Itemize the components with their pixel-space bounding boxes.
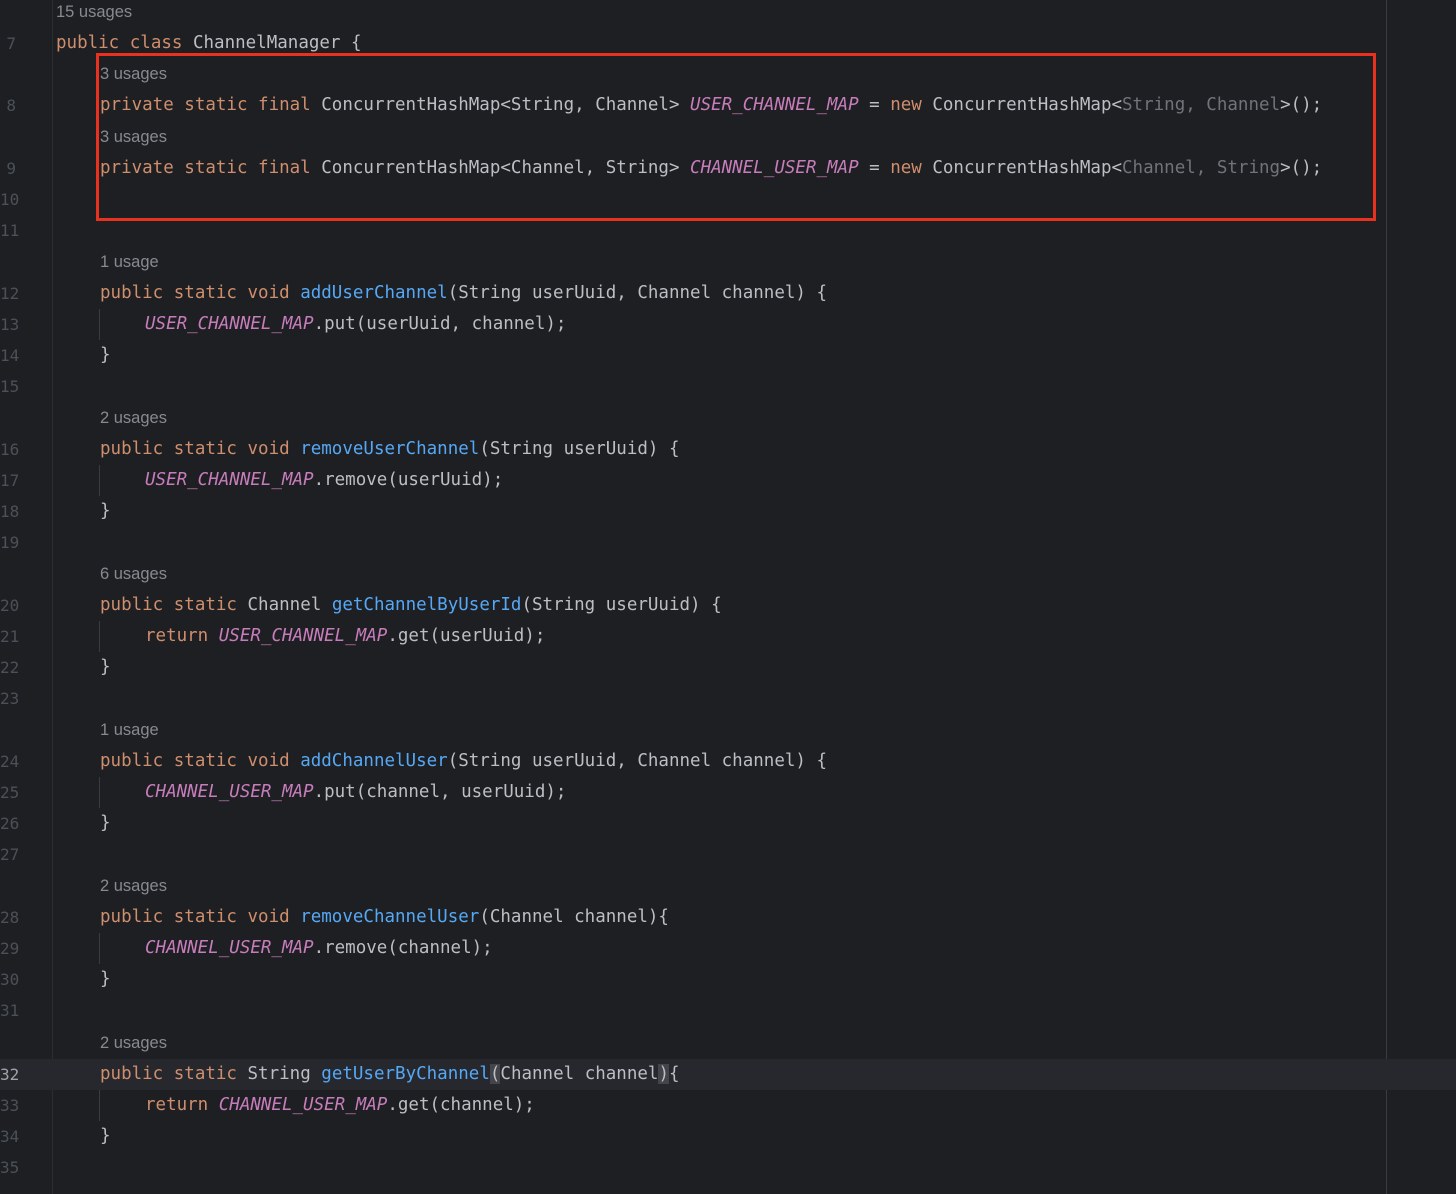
indent-guide [99,309,100,340]
line-number: 22 [0,658,20,677]
method-signature[interactable]: public static void addChannelUser(String… [100,746,827,777]
line-number: 23 [0,689,20,708]
line-number: 28 [0,908,20,927]
line-number: 33 [0,1096,20,1115]
line-number: 27 [0,845,20,864]
line-number: 17 [0,471,20,490]
closing-brace[interactable]: } [100,652,111,683]
method-body-line[interactable]: return USER_CHANNEL_MAP.get(userUuid); [145,621,545,652]
line-number: 31 [0,1001,20,1020]
closing-brace[interactable]: } [100,1121,111,1152]
method-signature[interactable]: public static void removeChannelUser(Cha… [100,902,669,933]
line-number: 26 [0,814,20,833]
matched-bracket: ) [658,1064,669,1084]
method-name: getChannelByUserId [331,595,522,615]
line-number: 13 [0,315,20,334]
line-number: 29 [0,939,20,958]
line-number: 24 [0,752,20,771]
right-margin-guide [1386,0,1387,1194]
method-body-line[interactable]: USER_CHANNEL_MAP.remove(userUuid); [145,465,503,496]
line-number: 11 [0,221,20,240]
line-number: 14 [0,346,20,365]
method-signature[interactable]: public static void removeUserChannel(Str… [100,434,680,465]
indent-guide [99,621,100,652]
line-number: 7 [6,34,16,53]
line-number: 25 [0,783,20,802]
usages-hint[interactable]: 2 usages [100,871,167,902]
line-number: 20 [0,596,20,615]
line-number-current: 32 [0,1065,20,1084]
method-body-line[interactable]: return CHANNEL_USER_MAP.get(channel); [145,1090,535,1121]
method-signature[interactable]: public static Channel getChannelByUserId… [100,590,722,621]
method-body-line[interactable]: CHANNEL_USER_MAP.put(channel, userUuid); [145,777,566,808]
line-number: 12 [0,284,20,303]
keyword: public class [56,33,193,53]
indent-guide [99,1090,100,1121]
closing-brace[interactable]: } [100,496,111,527]
line-number: 9 [6,159,16,178]
method-name: removeChannelUser [300,907,480,927]
method-name: addUserChannel [300,283,448,303]
method-body-line[interactable]: CHANNEL_USER_MAP.remove(channel); [145,933,493,964]
method-name: removeUserChannel [300,439,480,459]
line-number: 15 [0,377,20,396]
method-signature[interactable]: public static void addUserChannel(String… [100,278,827,309]
method-body-line[interactable]: USER_CHANNEL_MAP.put(userUuid, channel); [145,309,566,340]
method-signature[interactable]: public static String getUserByChannel(Ch… [100,1059,680,1090]
usages-hint[interactable]: 2 usages [100,403,167,434]
usages-hint[interactable]: 6 usages [100,559,167,590]
line-number: 21 [0,627,20,646]
method-name: getUserByChannel [321,1064,490,1084]
closing-brace[interactable]: } [100,808,111,839]
line-number: 8 [6,96,16,115]
class-name: ChannelManager [192,33,341,53]
indent-guide [99,465,100,496]
line-number: 16 [0,440,20,459]
line-number: 30 [0,970,20,989]
line-number: 10 [0,190,20,209]
matched-bracket: ( [489,1064,501,1084]
indent-guide [99,777,100,808]
method-name: addChannelUser [300,751,448,771]
closing-brace[interactable]: } [100,340,111,371]
usages-hint[interactable]: 1 usage [100,715,159,746]
line-number: 19 [0,533,20,552]
usages-hint[interactable]: 1 usage [100,247,159,278]
line-number: 18 [0,502,20,521]
gutter-separator [52,0,53,1194]
code-editor[interactable]: 7 8 9 10 11 12 13 14 15 16 17 18 19 20 2… [0,0,1456,1194]
usages-hint[interactable]: 2 usages [100,1028,167,1059]
usages-hint[interactable]: 15 usages [56,0,132,28]
line-number: 35 [0,1158,20,1177]
line-number: 34 [0,1127,20,1146]
annotation-highlight-box [96,53,1376,221]
closing-brace[interactable]: } [100,964,111,995]
indent-guide [99,933,100,964]
